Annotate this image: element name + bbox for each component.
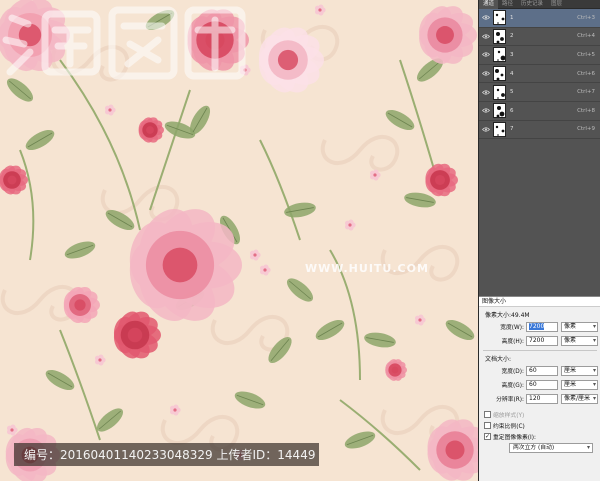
doc-height-label: 高度(G): bbox=[501, 383, 524, 389]
channel-row[interactable]: 3 Ctrl+5 bbox=[479, 46, 600, 65]
scale-styles-checkbox[interactable] bbox=[484, 411, 491, 418]
tab-layers[interactable]: 图层 bbox=[547, 0, 566, 9]
watermark-url: WWW.HUITU.COM bbox=[305, 262, 429, 275]
channel-name: 3 bbox=[510, 51, 514, 58]
constrain-proportions-checkbox[interactable] bbox=[484, 422, 491, 429]
pixel-height-row: 高度(H): 7200 像素 bbox=[479, 334, 600, 347]
channel-thumbnail bbox=[493, 103, 506, 119]
image-size-dialog: 图像大小 像素大小:49.4M 宽度(W): 7200 像素 高度(H): 72… bbox=[479, 296, 600, 481]
tab-channels[interactable]: 通道 bbox=[479, 0, 499, 9]
dialog-divider bbox=[483, 350, 597, 351]
channel-thumbnail bbox=[493, 84, 506, 100]
channel-thumbnail bbox=[493, 28, 506, 44]
pixel-width-unit-select[interactable]: 像素 bbox=[561, 321, 598, 332]
pixel-height-unit-select[interactable]: 像素 bbox=[561, 335, 598, 346]
channel-name: 5 bbox=[510, 89, 514, 96]
channel-name: 1 bbox=[510, 14, 514, 21]
doc-height-unit-select[interactable]: 厘米 bbox=[561, 379, 598, 390]
eye-icon[interactable] bbox=[479, 15, 493, 20]
image-id-caption: 编号：20160401140233048329 上传者ID：14449 bbox=[14, 443, 319, 466]
channel-name: 6 bbox=[510, 107, 514, 114]
channel-list: 1 Ctrl+3 2 Ctrl+4 3 Ctrl+5 4 Ctrl+6 5 Ctrl+7 6 Ctrl… bbox=[479, 9, 600, 140]
eye-icon[interactable] bbox=[479, 90, 493, 95]
doc-height-row: 高度(G): 60 厘米 bbox=[479, 378, 600, 391]
channel-shortcut: Ctrl+3 bbox=[577, 14, 595, 21]
channels-panel: 通道 路径 历史记录 图层 1 Ctrl+3 2 Ctrl+4 3 Ctrl+5 4 Ctrl… bbox=[478, 0, 600, 481]
resolution-input[interactable]: 120 bbox=[526, 393, 558, 404]
pixel-width-input[interactable]: 7200 bbox=[526, 321, 558, 332]
pixel-width-value: 7200 bbox=[529, 322, 545, 330]
doc-height-input[interactable]: 60 bbox=[526, 379, 558, 390]
dialog-title: 图像大小 bbox=[479, 297, 600, 307]
scale-styles-checkbox-row[interactable]: 缩放样式(Y) bbox=[479, 409, 600, 420]
channel-shortcut: Ctrl+7 bbox=[577, 89, 595, 96]
watermark-logo bbox=[2, 6, 246, 80]
resample-method-select[interactable]: 两次立方 (自动) bbox=[509, 443, 593, 453]
channel-thumbnail bbox=[493, 47, 506, 63]
tab-paths[interactable]: 路径 bbox=[498, 0, 517, 9]
channel-row[interactable]: 4 Ctrl+6 bbox=[479, 64, 600, 84]
doc-width-row: 宽度(D): 60 厘米 bbox=[479, 364, 600, 377]
eye-icon[interactable] bbox=[479, 108, 493, 113]
caption-text: 编号：20160401140233048329 上传者ID：14449 bbox=[24, 448, 316, 462]
channel-shortcut: Ctrl+4 bbox=[577, 33, 595, 40]
eye-icon[interactable] bbox=[479, 34, 493, 39]
channel-shortcut: Ctrl+8 bbox=[577, 107, 595, 114]
doc-width-input[interactable]: 60 bbox=[526, 365, 558, 376]
channel-row[interactable]: 5 Ctrl+7 bbox=[479, 83, 600, 102]
doc-width-unit-select[interactable]: 厘米 bbox=[561, 365, 598, 376]
eye-icon[interactable] bbox=[479, 127, 493, 132]
resolution-row: 分辨率(R): 120 像素/厘米 bbox=[479, 392, 600, 405]
channel-shortcut: Ctrl+6 bbox=[577, 70, 595, 77]
resample-checkbox-row[interactable]: ✓ 重定图像像素(I): bbox=[479, 431, 600, 442]
resolution-label: 分辨率(R): bbox=[496, 397, 524, 403]
channel-thumbnail bbox=[493, 66, 506, 82]
doc-width-label: 宽度(D): bbox=[501, 369, 524, 375]
panel-tabs: 通道 路径 历史记录 图层 bbox=[479, 0, 600, 9]
pixel-width-row: 宽度(W): 7200 像素 bbox=[479, 320, 600, 333]
document-canvas[interactable]: WWW.HUITU.COM 编号：20160401140233048329 上传… bbox=[0, 0, 478, 481]
channel-thumbnail bbox=[493, 121, 506, 137]
resample-checkbox[interactable]: ✓ bbox=[484, 433, 491, 440]
eye-icon[interactable] bbox=[479, 71, 493, 76]
tab-history[interactable]: 历史记录 bbox=[517, 0, 547, 9]
channel-name: 7 bbox=[510, 126, 514, 133]
channel-row[interactable]: 2 Ctrl+4 bbox=[479, 27, 600, 47]
constrain-proportions-checkbox-row[interactable]: 约束比例(C) bbox=[479, 420, 600, 431]
constrain-proportions-label: 约束比例(C) bbox=[493, 424, 525, 430]
channel-name: 2 bbox=[510, 33, 514, 40]
resolution-unit-select[interactable]: 像素/厘米 bbox=[561, 393, 598, 404]
pixel-height-label: 高度(H): bbox=[501, 339, 524, 345]
channel-row[interactable]: 1 Ctrl+3 bbox=[479, 9, 600, 28]
channel-shortcut: Ctrl+5 bbox=[577, 51, 595, 58]
channel-row[interactable]: 6 Ctrl+8 bbox=[479, 101, 600, 121]
channel-thumbnail bbox=[493, 10, 506, 26]
channel-row[interactable]: 7 Ctrl+9 bbox=[479, 120, 600, 140]
pixel-height-input[interactable]: 7200 bbox=[526, 335, 558, 346]
channel-shortcut: Ctrl+9 bbox=[577, 126, 595, 133]
eye-icon[interactable] bbox=[479, 52, 493, 58]
pixel-dimensions-label: 像素大小:49.4M bbox=[485, 312, 530, 319]
scale-styles-label: 缩放样式(Y) bbox=[493, 413, 525, 419]
document-size-label: 文档大小: bbox=[485, 356, 512, 363]
resample-label: 重定图像像素(I): bbox=[493, 435, 536, 441]
pixel-width-label: 宽度(W): bbox=[500, 325, 524, 331]
channel-name: 4 bbox=[510, 70, 514, 77]
